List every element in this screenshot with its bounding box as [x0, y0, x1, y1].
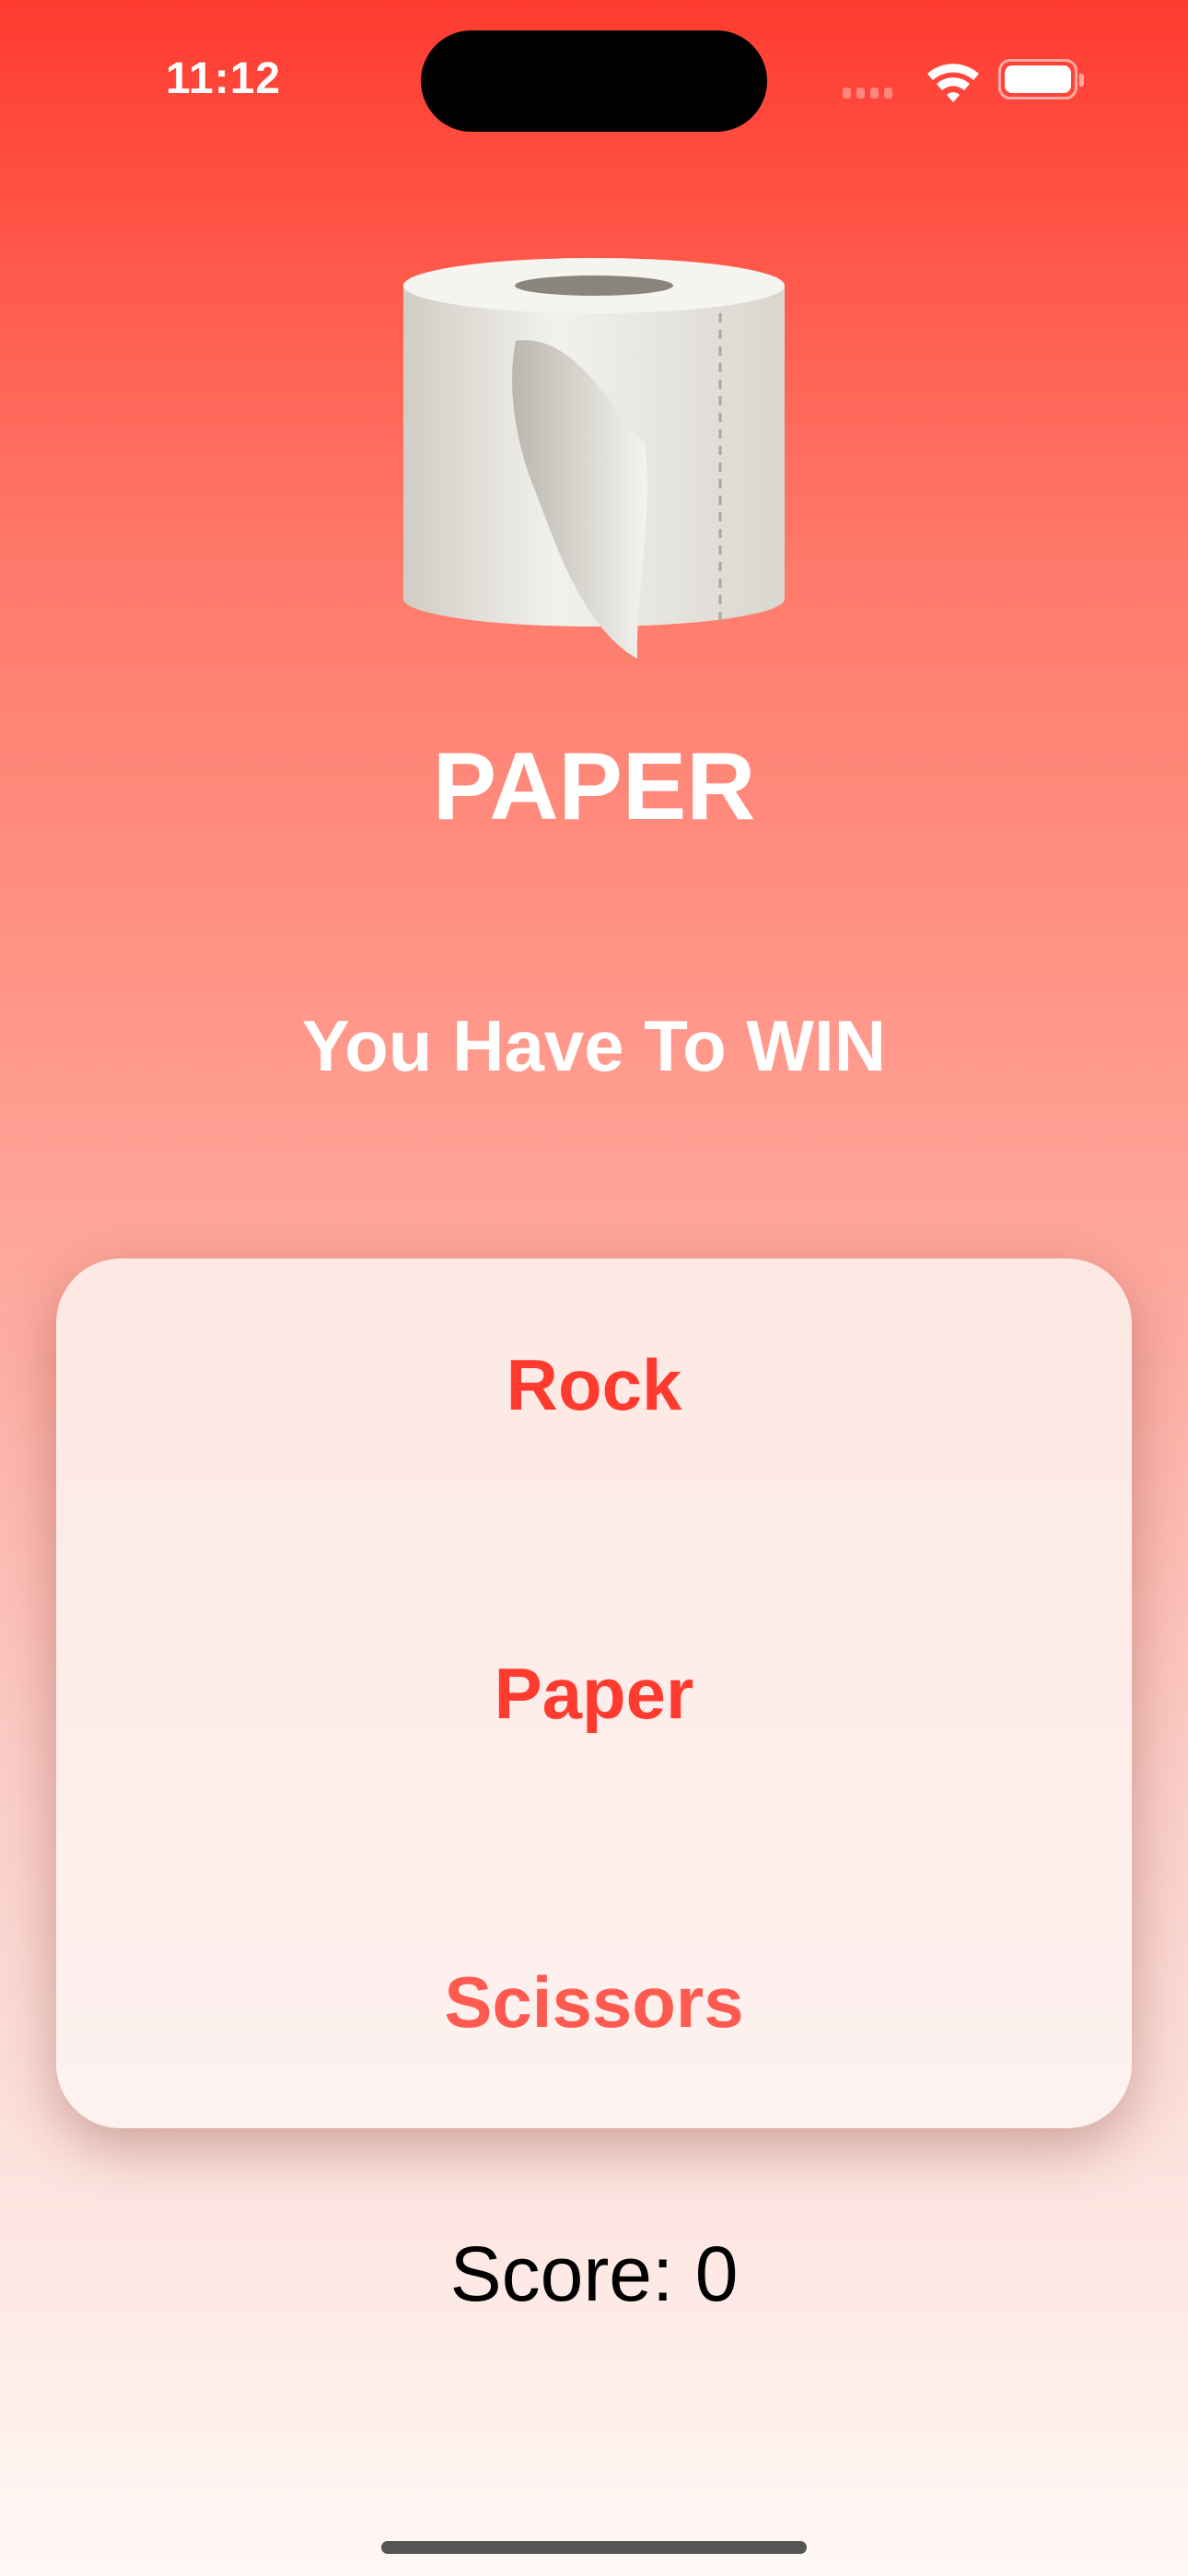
status-time: 11:12	[166, 54, 282, 103]
options-card: Rock Paper Scissors	[56, 1259, 1132, 2128]
rock-button[interactable]: Rock	[56, 1343, 1132, 1427]
battery-icon	[998, 59, 1084, 100]
dynamic-island	[421, 30, 767, 132]
computer-choice-label: PAPER	[432, 733, 756, 840]
wifi-icon	[927, 64, 979, 102]
instruction-label: You Have To WIN	[301, 1005, 887, 1086]
home-indicator[interactable]	[381, 2541, 807, 2554]
toilet-paper-roll-icon	[403, 258, 785, 659]
paper-button[interactable]: Paper	[56, 1652, 1132, 1736]
scissors-button[interactable]: Scissors	[56, 1961, 1132, 2044]
score-label: Score: 0	[449, 2231, 739, 2317]
signal-icon	[843, 88, 892, 99]
